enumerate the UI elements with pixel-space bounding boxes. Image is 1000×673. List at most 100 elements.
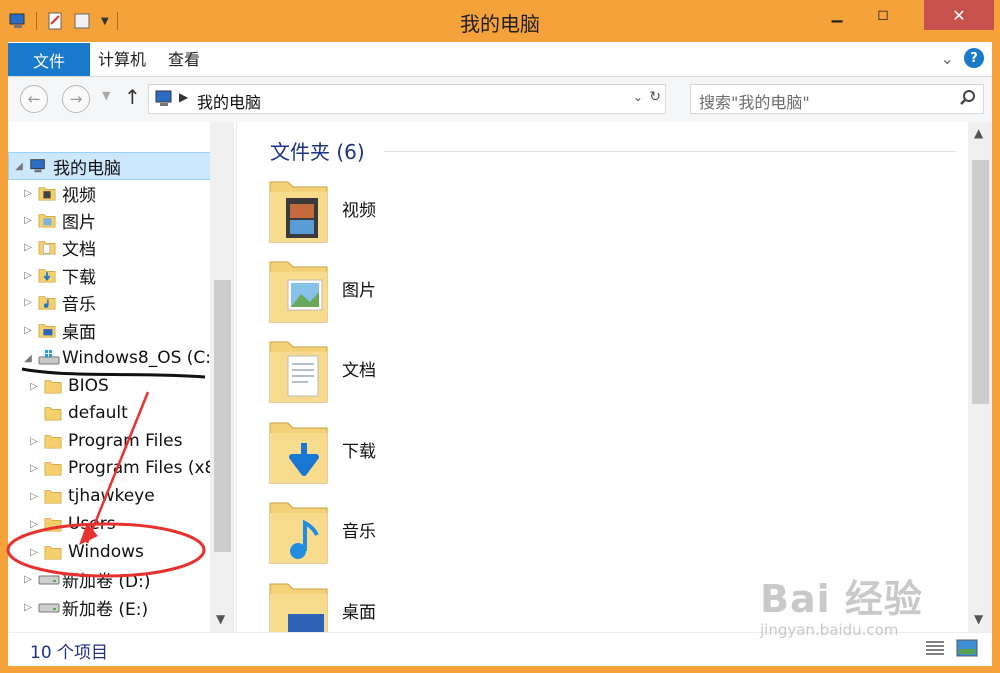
nav-item-label: 视频: [62, 185, 96, 206]
expand-arrow-icon[interactable]: ▷: [22, 188, 34, 199]
nav-item-label: Windows8_OS (C:: [62, 348, 212, 368]
group-heading[interactable]: 文件夹 (6): [270, 136, 365, 165]
folder-tile[interactable]: 下载: [268, 413, 568, 489]
nav-item[interactable]: ▷ 桌面: [8, 317, 224, 343]
folder-label: 音乐: [342, 522, 376, 542]
tab-view[interactable]: 查看: [168, 46, 200, 70]
expand-arrow-icon[interactable]: ▷: [28, 436, 40, 447]
nav-item[interactable]: ▷ 文档: [8, 234, 224, 260]
collapse-arrow-icon[interactable]: ◢: [13, 161, 25, 172]
collapse-arrow-icon[interactable]: ◢: [22, 353, 34, 364]
back-button[interactable]: ←: [20, 85, 48, 113]
expand-arrow-icon[interactable]: ▷: [22, 574, 34, 585]
downloads-folder-icon: [38, 266, 56, 284]
title-bar[interactable]: ▼ 我的电脑 ▁ ◻ ✕: [0, 0, 1000, 42]
nav-item-label: 新加卷 (E:): [62, 599, 149, 620]
breadcrumb-chevron-icon[interactable]: ▶: [179, 90, 188, 104]
nav-item[interactable]: ▷ 图片: [8, 207, 224, 233]
folder-label: 图片: [342, 281, 376, 301]
watermark-brand: Bai 经验: [760, 577, 923, 621]
recent-locations-chevron-icon[interactable]: ▼: [102, 89, 110, 102]
breadcrumb[interactable]: 我的电脑: [197, 89, 261, 113]
minimize-button[interactable]: ▁: [814, 0, 860, 30]
scroll-down-icon[interactable]: ▼: [216, 612, 225, 626]
nav-item[interactable]: ▷ Program Files: [8, 428, 230, 454]
ribbon-controls: ⌄ ?: [941, 48, 984, 68]
nav-item[interactable]: ◢ 我的电脑: [8, 152, 214, 180]
nav-item-label: Program Files (x8: [68, 458, 216, 478]
search-input[interactable]: 搜索"我的电脑": [690, 84, 984, 114]
expand-arrow-icon[interactable]: ▷: [28, 519, 40, 530]
group-divider: [384, 151, 956, 152]
expand-arrow-icon[interactable]: ▷: [22, 602, 34, 613]
nav-item[interactable]: ▷ 新加卷 (E:): [8, 594, 224, 620]
pane-divider[interactable]: [236, 122, 237, 632]
address-row: ← → ▼ ↑ ▶ 我的电脑 ⌄ ↻ 搜索"我的电脑": [8, 77, 992, 122]
expand-arrow-icon[interactable]: ▷: [22, 325, 34, 336]
folder-icon: [44, 543, 62, 561]
help-icon[interactable]: ?: [964, 48, 984, 68]
scroll-down-icon[interactable]: ▼: [974, 612, 983, 626]
nav-item[interactable]: ▷ Users: [8, 511, 230, 537]
nav-item[interactable]: ▷ BIOS: [8, 373, 230, 399]
address-bar[interactable]: ▶ 我的电脑 ⌄ ↻: [148, 84, 666, 114]
nav-item[interactable]: ▷ 下载: [8, 262, 224, 288]
folder-icon: [44, 432, 62, 450]
nav-item[interactable]: ◢ Windows8_OS (C:: [8, 345, 224, 371]
scrollbar-thumb[interactable]: [972, 160, 989, 404]
music-folder-icon: [38, 293, 56, 311]
tab-computer[interactable]: 计算机: [98, 46, 146, 70]
folder-tile[interactable]: 文档: [268, 332, 568, 408]
computer-icon: [29, 157, 47, 175]
folder-tile[interactable]: 图片: [268, 252, 568, 328]
scroll-up-icon[interactable]: ▲: [974, 126, 983, 140]
expand-arrow-icon[interactable]: ▷: [22, 215, 34, 226]
folder-label: 桌面: [342, 603, 376, 623]
main-scrollbar[interactable]: ▲ ▼: [968, 122, 992, 632]
expand-arrow-icon[interactable]: ▷: [28, 547, 40, 558]
documents-folder-icon: [38, 238, 56, 256]
large-icons-view-icon[interactable]: [956, 639, 978, 657]
scrollbar-thumb[interactable]: [214, 280, 231, 552]
nav-item[interactable]: ▷ 新加卷 (D:): [8, 566, 224, 592]
details-view-icon[interactable]: [924, 639, 946, 657]
nav-item[interactable]: ▷ 音乐: [8, 289, 224, 315]
nav-item[interactable]: ▷ Windows: [8, 539, 230, 565]
nav-item-label: tjhawkeye: [68, 486, 155, 506]
up-button[interactable]: ↑: [124, 85, 141, 109]
folder-tile[interactable]: 视频: [268, 172, 568, 248]
explorer-window: ▼ 我的电脑 ▁ ◻ ✕ 文件 计算机 查看 ⌄ ? ← → ▼ ↑ ▶ 我的电…: [0, 0, 1000, 673]
videos-folder-icon: [38, 184, 56, 202]
nav-item[interactable]: ▷ 视频: [8, 180, 224, 206]
nav-item-label: Windows: [68, 542, 144, 562]
nav-item[interactable]: ▷ tjhawkeye: [8, 483, 230, 509]
expand-arrow-icon[interactable]: ▷: [28, 491, 40, 502]
folder-tile[interactable]: 音乐: [268, 493, 568, 569]
ribbon-tab-bar: 文件 计算机 查看 ⌄ ?: [8, 42, 992, 77]
search-icon[interactable]: [959, 89, 977, 107]
expand-arrow-icon[interactable]: ▷: [22, 270, 34, 281]
navigation-scrollbar[interactable]: ▼: [210, 122, 234, 632]
nav-item[interactable]: ▷ Program Files (x8: [8, 455, 230, 481]
tab-file[interactable]: 文件: [8, 43, 90, 76]
address-history-chevron-icon[interactable]: ⌄: [633, 90, 643, 104]
maximize-button[interactable]: ◻: [860, 0, 906, 30]
expand-ribbon-chevron-icon[interactable]: ⌄: [941, 49, 954, 68]
pictures-folder-icon: [38, 211, 56, 229]
forward-button[interactable]: →: [62, 85, 90, 113]
videos-folder-icon: [268, 172, 330, 246]
nav-item-label: 下载: [62, 267, 96, 288]
search-placeholder: 搜索"我的电脑": [699, 93, 810, 112]
expand-arrow-icon[interactable]: ▷: [22, 242, 34, 253]
close-button[interactable]: ✕: [924, 0, 994, 30]
refresh-icon[interactable]: ↻: [649, 89, 661, 105]
nav-item[interactable]: default: [8, 400, 230, 426]
expand-arrow-icon[interactable]: ▷: [28, 381, 40, 392]
nav-item-label: 我的电脑: [53, 158, 121, 179]
content-area: ◢ 我的电脑 ▷ 视频 ▷ 图片 ▷ 文档 ▷ 下载 ▷ 音乐 ▷ 桌面 ◢ Windows8_OS (C: ▷…: [8, 122, 992, 648]
expand-arrow-icon[interactable]: ▷: [22, 297, 34, 308]
nav-item-label: 音乐: [62, 294, 96, 315]
watermark-url: jingyan.baidu.com: [760, 621, 899, 639]
expand-arrow-icon[interactable]: ▷: [28, 463, 40, 474]
nav-item-label: default: [68, 403, 128, 423]
